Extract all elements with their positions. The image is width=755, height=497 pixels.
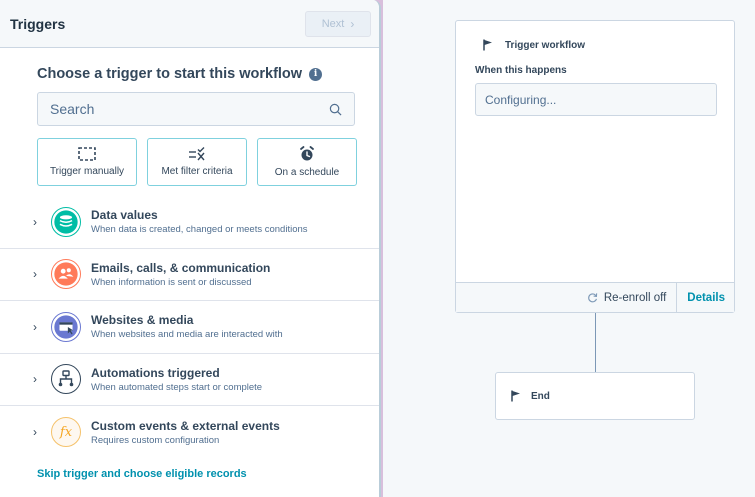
category-automations-triggered[interactable]: › Automations triggered When automated s…	[0, 354, 379, 406]
category-text: Emails, calls, & communication When info…	[91, 261, 270, 288]
category-description: When information is sent or discussed	[91, 276, 252, 288]
category-text: Websites & media When websites and media…	[91, 313, 283, 340]
panel-heading: Choose a trigger to start this workflow …	[37, 66, 379, 82]
category-websites-media[interactable]: › Websites & media When websites and med…	[0, 301, 379, 354]
trigger-manually-card[interactable]: Trigger manually	[37, 138, 137, 186]
chevron-right-icon[interactable]: ›	[33, 215, 43, 229]
next-button[interactable]: Next ›	[305, 10, 371, 37]
category-text: Automations triggered When automated ste…	[91, 366, 262, 393]
end-label: End	[531, 390, 550, 402]
next-button-label: Next	[321, 17, 345, 30]
browser-cursor-icon	[51, 311, 81, 342]
workflow-canvas: Trigger workflow When this happens Confi…	[383, 0, 755, 497]
triggers-panel: Triggers Next › Choose a trigger to star…	[0, 0, 381, 497]
reenroll-label: Re-enroll off	[603, 291, 667, 304]
when-this-happens-label: When this happens	[475, 65, 567, 76]
trigger-category-list: › Data values When data is created, chan…	[0, 196, 379, 459]
workflow-icon	[51, 364, 81, 395]
chevron-right-icon[interactable]: ›	[33, 267, 43, 281]
category-description: When automated steps start or complete	[91, 381, 263, 393]
search-box	[37, 92, 355, 126]
end-card[interactable]: End	[495, 372, 695, 420]
function-icon: fx	[51, 417, 81, 448]
met-filter-criteria-label: Met filter criteria	[161, 166, 233, 177]
on-a-schedule-label: On a schedule	[274, 167, 340, 178]
trigger-workflow-card[interactable]: Trigger workflow When this happens Confi…	[455, 20, 735, 313]
chevron-right-icon[interactable]: ›	[33, 372, 43, 386]
category-description: When data is created, changed or meets c…	[91, 224, 308, 236]
panel-header: Triggers Next ›	[0, 0, 379, 48]
met-filter-criteria-card[interactable]: Met filter criteria	[147, 138, 247, 186]
flag-icon	[511, 390, 520, 402]
quick-trigger-row: Trigger manually Met filter criteria On …	[37, 138, 357, 186]
category-title: Emails, calls, & communication	[91, 260, 271, 275]
trigger-card-title: Trigger workflow	[505, 39, 586, 51]
category-description: Requires custom configuration	[91, 434, 220, 446]
chevron-right-icon[interactable]: ›	[33, 425, 43, 439]
category-text: Custom events & external events Requires…	[91, 419, 280, 446]
trigger-condition-field[interactable]: Configuring...	[475, 83, 717, 116]
panel-title: Triggers	[10, 15, 66, 32]
trigger-card-header: Trigger workflow	[456, 21, 734, 51]
heading-text: Choose a trigger to start this workflow	[37, 66, 303, 82]
users-icon	[51, 259, 81, 290]
trigger-card-footer: Re-enroll off Details	[456, 282, 734, 312]
trigger-manually-label: Trigger manually	[49, 166, 125, 177]
chevron-right-icon: ›	[350, 16, 355, 31]
category-title: Websites & media	[91, 313, 194, 328]
chevron-right-icon[interactable]: ›	[33, 320, 43, 334]
skip-trigger-link[interactable]: Skip trigger and choose eligible records	[37, 468, 247, 480]
category-title: Custom events & external events	[91, 418, 280, 433]
alarm-clock-icon	[300, 146, 314, 161]
category-emails-calls-communication[interactable]: › Emails, calls, & communication When in…	[0, 249, 379, 301]
flag-icon	[483, 39, 492, 51]
category-data-values[interactable]: › Data values When data is created, chan…	[0, 196, 379, 249]
database-icon	[51, 206, 81, 237]
reenroll-toggle[interactable]: Re-enroll off	[577, 283, 678, 312]
info-icon[interactable]: i	[309, 67, 323, 81]
on-a-schedule-card[interactable]: On a schedule	[257, 138, 357, 186]
search-input[interactable]	[50, 101, 329, 117]
filter-criteria-icon	[189, 147, 205, 161]
category-title: Automations triggered	[91, 365, 220, 380]
category-text: Data values When data is created, change…	[91, 208, 308, 235]
category-title: Data values	[91, 208, 158, 223]
refresh-icon	[588, 293, 598, 303]
category-description: When websites and media are interacted w…	[91, 329, 283, 341]
category-custom-external-events[interactable]: › fx Custom events & external events Req…	[0, 406, 379, 459]
details-button[interactable]: Details	[677, 283, 734, 312]
dashed-square-icon	[78, 147, 96, 161]
search-icon[interactable]	[329, 103, 342, 116]
workflow-connector	[595, 313, 596, 372]
